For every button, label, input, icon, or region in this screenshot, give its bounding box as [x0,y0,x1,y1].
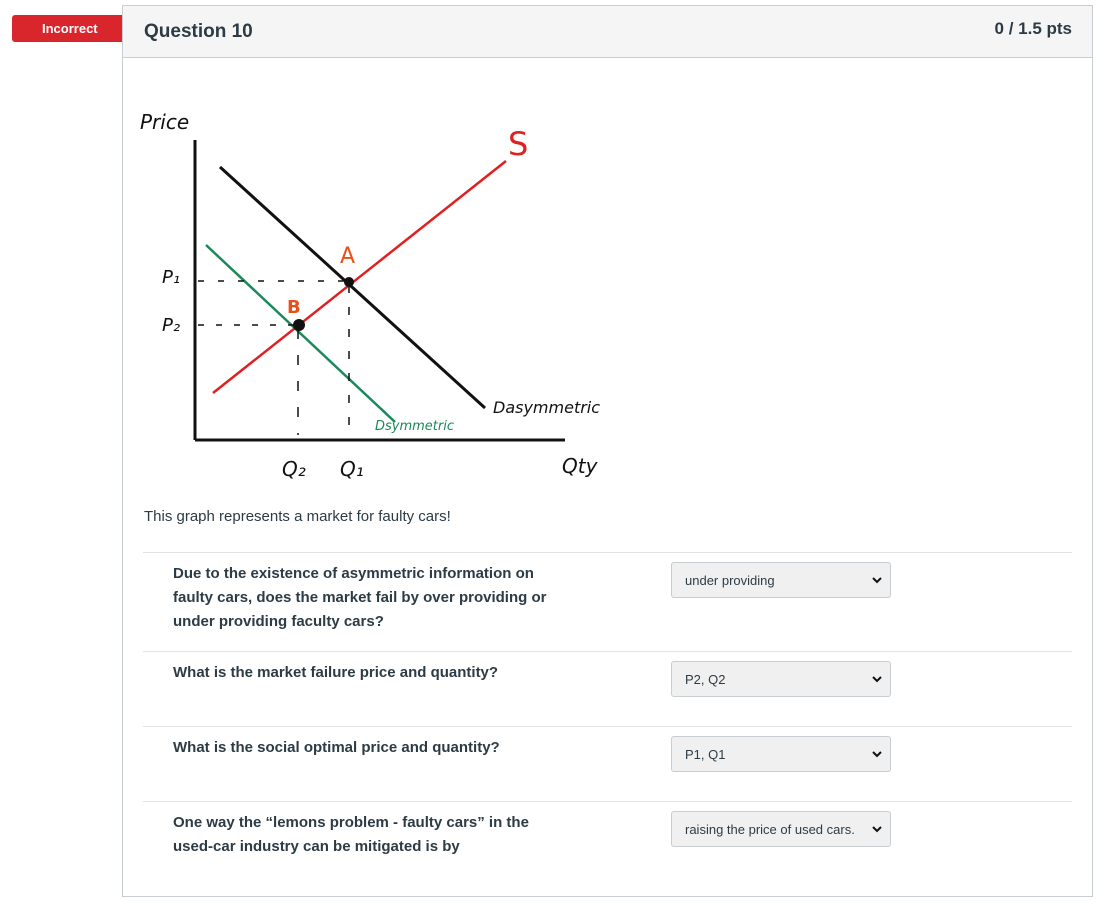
answer-select-3[interactable]: P1, Q1 [671,736,891,772]
qty-axis-label: Qty [562,454,599,478]
q1-label: Q₁ [340,457,364,481]
answer-select-1-value: under providing [685,572,775,588]
demand-asymmetric-line [218,165,487,410]
demand-asymmetric-label: Dasymmetric [493,398,600,417]
answer-select-1[interactable]: under providing [671,562,891,598]
question-points: 0 / 1.5 pts [994,19,1072,38]
graph-caption: This graph represents a market for fault… [144,508,451,525]
demand-symmetric-label: Dsymmetric [375,419,454,434]
answer-select-2[interactable]: P2, Q2 [671,661,891,697]
answer-row-3: What is the social optimal price and qua… [143,726,1072,802]
incorrect-badge: Incorrect [12,15,136,42]
point-b-label: B [287,297,301,318]
price-axis-label: Price [140,110,189,134]
question-text-1: Due to the existence of asymmetric infor… [173,565,547,630]
point-a-label: A [340,244,355,269]
answer-select-4-value: raising the price of used cars. [685,821,855,837]
chevron-down-icon [872,577,882,584]
supply-label: S [508,125,528,163]
chevron-down-icon [872,751,882,758]
question-card: Question 10 0 / 1.5 pts Price Qty P₁ P₂ … [122,5,1093,897]
point-b-marker [293,319,305,331]
market-graph-svg: Price Qty P₁ P₂ Q₂ Q₁ S A B Dasymmetric … [140,110,600,481]
p1-label: P₁ [162,267,180,288]
answer-row-1: Due to the existence of asymmetric infor… [143,552,1072,652]
question-text-3: What is the social optimal price and qua… [173,739,500,756]
answer-row-2: What is the market failure price and qua… [143,651,1072,727]
question-text-4: One way the “lemons problem - faulty car… [173,814,529,855]
incorrect-badge-label: Incorrect [42,21,98,36]
p2-label: P₂ [162,315,180,336]
answer-select-4[interactable]: raising the price of used cars. [671,811,891,847]
question-text-2: What is the market failure price and qua… [173,664,499,681]
question-header: Question 10 0 / 1.5 pts [123,6,1092,58]
chevron-down-icon [872,676,882,683]
answer-row-4: One way the “lemons problem - faulty car… [143,801,1072,882]
point-a-marker [344,277,354,287]
supply-line [212,160,507,394]
answer-select-2-value: P2, Q2 [685,671,726,687]
market-graph: Price Qty P₁ P₂ Q₂ Q₁ S A B Dasymmetric … [140,95,640,495]
question-title: Question 10 [144,21,253,42]
answer-select-3-value: P1, Q1 [685,746,726,762]
q2-label: Q₂ [282,457,306,481]
chevron-down-icon [872,826,882,833]
